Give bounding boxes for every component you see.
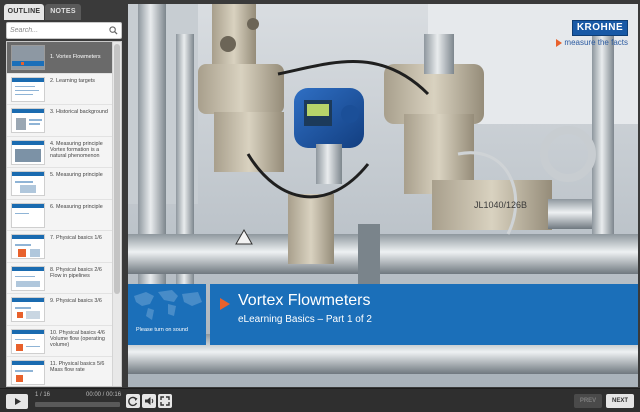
sidebar-tabs: OUTLINE NOTES <box>0 0 128 20</box>
progress-bar[interactable] <box>35 402 120 407</box>
krohne-logo: KROHNE measure the facts <box>542 20 628 54</box>
arrow-right-icon <box>556 38 563 47</box>
next-button[interactable]: NEXT <box>606 394 634 408</box>
sound-notice: Please turn on sound <box>136 327 188 333</box>
slide-thumbnail <box>11 108 45 133</box>
outline-item-label: 11. Physical basics 5/6 Mass flow rate <box>50 361 105 374</box>
outline-item-label: 10. Physical basics 4/6 Volume flow (ope… <box>50 329 105 349</box>
brand-name: KROHNE <box>572 20 628 36</box>
outline-item-label: 5. Measuring principle <box>50 172 103 178</box>
slide-thumbnail <box>11 139 45 165</box>
slide-thumbnail <box>11 328 45 354</box>
outline-item-label: 6. Measuring principle <box>50 203 103 210</box>
player-control-bar: 1 / 16 00:00 / 00:16 PREV NEXT <box>0 388 640 412</box>
outline-list-panel: 1. Vortex Flowmeters 2. Learning targets <box>6 41 122 387</box>
slide-thumbnail <box>11 360 45 385</box>
fullscreen-icon <box>160 396 170 406</box>
outline-item-9[interactable]: 9. Physical basics 3/6 <box>7 294 113 326</box>
outline-item-10[interactable]: 10. Physical basics 4/6 Volume flow (ope… <box>7 325 113 357</box>
outline-item-8[interactable]: 8. Physical basics 2/6 Flow in pipelines <box>7 262 113 294</box>
speaker-icon <box>145 397 154 405</box>
volume-button[interactable] <box>142 394 156 408</box>
slide-thumbnail <box>11 202 45 228</box>
outline-item-7[interactable]: 7. Physical basics 1/6 <box>7 231 113 263</box>
outline-item-label: 4. Measuring principle Vortex formation … <box>50 140 103 160</box>
slide-thumbnail <box>11 171 45 196</box>
outline-item-11[interactable]: 11. Physical basics 5/6 Mass flow rate <box>7 357 113 386</box>
slide-title: Vortex Flowmeters <box>238 292 371 309</box>
prev-button[interactable]: PREV <box>574 394 602 408</box>
brand-tagline: measure the facts <box>542 38 628 47</box>
fullscreen-button[interactable] <box>158 394 172 408</box>
world-map-icon <box>134 290 202 320</box>
slide-counter: 1 / 16 <box>35 392 51 398</box>
outline-item-5[interactable]: 5. Measuring principle <box>7 168 113 200</box>
scrollbar-thumb[interactable] <box>114 44 120 294</box>
slide-thumbnail <box>11 234 45 259</box>
outline-item-label: 1. Vortex Flowmeters <box>50 54 101 60</box>
outline-item-label: 9. Physical basics 3/6 <box>50 298 102 304</box>
slide-list: 1. Vortex Flowmeters 2. Learning targets <box>7 42 113 386</box>
outline-item-2[interactable]: 2. Learning targets <box>7 73 113 105</box>
tab-outline[interactable]: OUTLINE <box>4 4 44 20</box>
slide-thumbnail <box>11 76 45 102</box>
tagline-text: measure the facts <box>564 38 628 47</box>
outline-item-6[interactable]: 6. Measuring principle <box>7 199 113 231</box>
slide-thumbnail <box>11 297 45 322</box>
outline-item-4[interactable]: 4. Measuring principle Vortex formation … <box>7 136 113 168</box>
outline-item-1[interactable]: 1. Vortex Flowmeters <box>7 42 113 74</box>
play-button[interactable] <box>6 394 28 409</box>
time-display: 00:00 / 00:16 <box>86 392 122 398</box>
svg-text:JL1040/126B: JL1040/126B <box>474 200 527 210</box>
tab-notes[interactable]: NOTES <box>45 4 81 20</box>
play-icon <box>15 398 21 405</box>
slide-stage: JL1040/126B KROHNE measure the facts Ple… <box>128 4 638 387</box>
outline-item-label: 7. Physical basics 1/6 <box>50 235 102 241</box>
sidebar: OUTLINE NOTES 1. Vortex Flowmeters <box>0 0 128 388</box>
title-box: Vortex Flowmeters eLearning Basics – Par… <box>210 284 638 345</box>
slide-thumbnail <box>11 265 45 291</box>
title-band: Please turn on sound Vortex Flowmeters e… <box>128 284 638 345</box>
outline-scrollbar[interactable] <box>112 42 121 386</box>
replay-button[interactable] <box>126 394 140 408</box>
sound-panel: Please turn on sound <box>128 284 206 345</box>
search-input[interactable] <box>10 23 106 38</box>
outline-item-label: 8. Physical basics 2/6 Flow in pipelines <box>50 266 102 279</box>
slide-subtitle: eLearning Basics – Part 1 of 2 <box>238 314 372 325</box>
outline-item-label: 3. Historical background <box>50 109 108 115</box>
play-arrow-icon <box>220 298 230 310</box>
outline-item-label: 2. Learning targets <box>50 77 95 84</box>
outline-item-3[interactable]: 3. Historical background <box>7 105 113 137</box>
search-box <box>6 22 122 39</box>
slide-thumbnail <box>11 45 45 70</box>
search-icon[interactable] <box>109 26 118 35</box>
replay-icon <box>128 396 138 407</box>
